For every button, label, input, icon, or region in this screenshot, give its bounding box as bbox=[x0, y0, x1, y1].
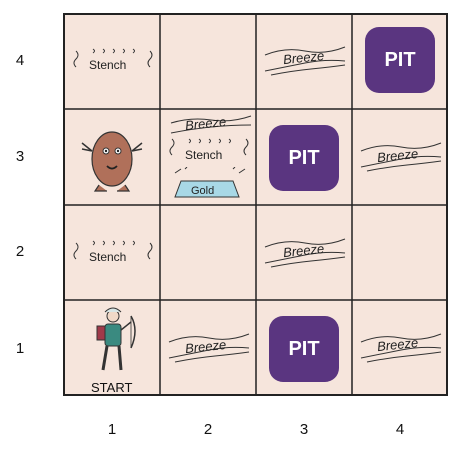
pit: PIT bbox=[269, 316, 339, 382]
pit: PIT bbox=[269, 125, 339, 191]
cell-1-1: START bbox=[65, 302, 161, 397]
pit: PIT bbox=[365, 27, 435, 93]
wumpus-world-diagram: 4 3 2 1 1 2 3 4 Stench Breeze PIT Breeze… bbox=[0, 0, 464, 454]
cell-3-4: Breeze bbox=[257, 15, 353, 110]
stench-label: Stench bbox=[89, 58, 127, 72]
row-label-4: 4 bbox=[15, 52, 25, 69]
cell-2-3: Breeze Stench Gold bbox=[161, 111, 257, 206]
cave-grid: Stench Breeze PIT Breeze Stench Gold PIT… bbox=[63, 13, 448, 396]
wumpus-icon bbox=[81, 131, 143, 192]
cell-2-1: Breeze bbox=[161, 302, 257, 397]
gold-label: Gold bbox=[191, 185, 215, 197]
cell-4-1: Breeze bbox=[353, 302, 449, 397]
cell-2-2 bbox=[161, 207, 257, 302]
cell-3-3: PIT bbox=[257, 111, 353, 206]
start-label: START bbox=[91, 380, 133, 395]
stench-label: Stench bbox=[185, 148, 223, 162]
stench-label: Stench bbox=[89, 250, 127, 264]
col-label-4: 4 bbox=[395, 421, 405, 438]
cell-2-4 bbox=[161, 15, 257, 110]
cell-4-2 bbox=[353, 207, 449, 302]
agent-icon bbox=[96, 307, 136, 371]
cell-1-3 bbox=[65, 111, 161, 206]
col-label-3: 3 bbox=[299, 421, 309, 438]
cell-1-4: Stench bbox=[65, 15, 161, 110]
cell-4-4: PIT bbox=[353, 15, 449, 110]
row-label-3: 3 bbox=[15, 148, 25, 165]
col-label-1: 1 bbox=[107, 421, 117, 438]
row-label-2: 2 bbox=[15, 243, 25, 260]
cell-1-2: Stench bbox=[65, 207, 161, 302]
col-label-2: 2 bbox=[203, 421, 213, 438]
cell-3-2: Breeze bbox=[257, 207, 353, 302]
cell-3-1: PIT bbox=[257, 302, 353, 397]
cell-4-3: Breeze bbox=[353, 111, 449, 206]
row-label-1: 1 bbox=[15, 340, 25, 357]
